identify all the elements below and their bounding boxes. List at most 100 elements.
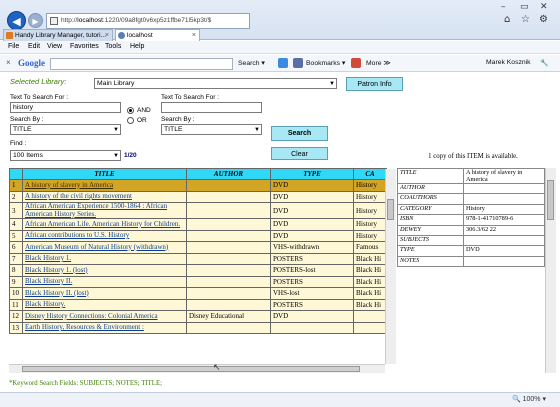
table-row[interactable]: 4 African American Life. American History… — [9, 218, 387, 231]
menu-tools[interactable]: Tools — [105, 43, 121, 50]
forward-button[interactable]: ▶ — [28, 13, 43, 28]
table-row[interactable]: 11 Black History. POSTERS Black Hi — [9, 298, 387, 311]
detail-row: SUBJECTS — [397, 234, 545, 247]
row-number: 9 — [9, 275, 23, 288]
gmail-icon[interactable] — [293, 58, 303, 68]
title-link[interactable]: American Museum of Natural History (with… — [22, 241, 187, 254]
results-horizontal-scroll-thumb[interactable] — [22, 366, 360, 372]
more-button[interactable]: More ≫ — [366, 59, 391, 67]
chevron-down-icon: ▼ — [254, 127, 260, 133]
table-row[interactable]: 13 Earth History, Resources & Environment… — [9, 321, 387, 334]
maximize-icon[interactable]: ▭ — [520, 2, 529, 12]
category-cell: History — [353, 218, 387, 231]
title-link[interactable]: African American Life. American History … — [22, 218, 187, 231]
title-link[interactable]: African contributions to U.S. History — [22, 229, 187, 242]
column-header[interactable]: AUTHOR — [186, 168, 271, 180]
detail-field-label: DEWEY — [397, 224, 464, 236]
zoom-level[interactable]: 🔍 100% ▾ — [512, 395, 546, 403]
page-indicator[interactable]: 1/20 — [124, 152, 137, 159]
detail-field-label: COAUTHORS — [397, 193, 464, 205]
search-by-select-2[interactable]: TITLE ▼ — [161, 124, 262, 135]
or-radio[interactable] — [127, 117, 134, 124]
table-row[interactable]: 10 Black History II. (lost) VHS-lost Black … — [9, 287, 387, 300]
results-vertical-scroll-thumb[interactable] — [387, 199, 394, 220]
text-search-input-2[interactable] — [161, 102, 262, 113]
close-window-icon[interactable]: ✕ — [540, 2, 548, 12]
author-cell — [186, 264, 271, 277]
type-cell: POSTERS-lost — [270, 264, 354, 277]
menu-view[interactable]: View — [47, 43, 62, 50]
menu-edit[interactable]: Edit — [28, 43, 40, 50]
author-cell — [186, 252, 271, 265]
selected-library-label: Selected Library: — [10, 77, 67, 86]
address-bar[interactable]: http://localhost:1220/09a8fgt0v6xp5z1ffb… — [46, 13, 250, 29]
bookmarks-button[interactable]: Bookmarks ▾ — [306, 59, 345, 67]
close-tab-icon[interactable]: × — [192, 30, 196, 41]
tab-handy-library[interactable]: Handy Library Manager, tutori... × — [3, 29, 113, 41]
author-cell — [186, 241, 271, 254]
row-number: 5 — [9, 229, 23, 242]
type-cell: VHS-lost — [270, 287, 354, 300]
results-grid: TITLE AUTHOR TYPE CA 1A history of slavery … — [9, 168, 396, 374]
title-link[interactable]: Black History 1. (lost) — [22, 264, 187, 277]
tab-localhost[interactable]: localhost × — [115, 29, 200, 41]
table-row[interactable]: 9 Black History II. POSTERS Black Hi — [9, 275, 387, 288]
title-link[interactable]: Black History. — [22, 298, 187, 311]
author-cell — [186, 218, 271, 231]
and-radio[interactable] — [127, 107, 134, 114]
table-row[interactable]: 2A history of the civil rights movement D… — [9, 190, 387, 203]
type-cell: POSTERS — [270, 252, 354, 265]
home-icon[interactable]: ⌂ — [504, 14, 510, 25]
back-button[interactable]: ◀ — [7, 11, 26, 30]
search-by-select-1[interactable]: TITLE ▼ — [10, 124, 121, 135]
google-search-button[interactable]: Search ▾ — [238, 59, 265, 67]
table-row[interactable]: 12 Disney History Connections: Colonial A… — [9, 310, 387, 323]
title-link[interactable]: Black History II. — [22, 275, 187, 288]
row-number: 4 — [9, 218, 23, 231]
category-cell: Famous — [353, 241, 387, 254]
menu-file[interactable]: File — [8, 43, 19, 50]
translate-icon[interactable] — [351, 58, 361, 68]
patron-info-button[interactable]: Patron Info — [346, 77, 403, 91]
column-header[interactable]: TYPE — [270, 168, 354, 180]
settings-gear-icon[interactable]: ⚙ — [539, 14, 548, 25]
menu-help[interactable]: Help — [130, 43, 144, 50]
search-button[interactable]: Search — [271, 126, 328, 141]
chevron-down-icon: ▼ — [113, 127, 119, 133]
title-link[interactable]: Disney History Connections: Colonial Ame… — [22, 310, 187, 323]
table-row[interactable]: 3 African American Experience 1500-1864 :… — [9, 202, 387, 219]
title-link[interactable]: Black History II. (lost) — [22, 287, 187, 300]
close-tab-icon[interactable]: × — [105, 30, 109, 41]
close-toolbar-icon[interactable]: × — [6, 58, 11, 67]
table-row[interactable]: 5 African contributions to U.S. History DV… — [9, 229, 387, 242]
google-search-input[interactable] — [50, 58, 233, 70]
text-search-input-1[interactable]: history — [10, 102, 121, 113]
title-link[interactable]: Earth History, Resources & Environment : — [22, 321, 187, 334]
minimize-icon[interactable]: – — [501, 2, 506, 12]
title-link[interactable]: African American Experience 1500-1864 : … — [22, 202, 187, 219]
column-header[interactable] — [9, 168, 23, 180]
author-cell — [186, 298, 271, 311]
user-account[interactable]: Marek Kosznik — [486, 59, 531, 66]
table-row[interactable]: 8 Black History 1. (lost) POSTERS-lost Blac… — [9, 264, 387, 277]
share-icon[interactable] — [278, 58, 288, 68]
table-row[interactable]: 6 American Museum of Natural History (wit… — [9, 241, 387, 254]
menu-favorites[interactable]: Favorites — [70, 43, 99, 50]
table-row[interactable]: 1A history of slavery in America DVD Histo… — [9, 179, 387, 192]
column-header[interactable]: CA — [353, 168, 387, 180]
detail-vertical-scroll-thumb[interactable] — [547, 180, 554, 220]
url-rest: :1220/09a8fgt0v6xp5z1ffbe71l5kp3t/$ — [102, 17, 212, 24]
detail-field-label: SUBJECTS — [397, 234, 464, 247]
type-cell: VHS-withdrawn — [270, 241, 354, 254]
title-link[interactable]: A history of the civil rights movement — [22, 190, 187, 203]
library-select[interactable]: Main Library ▼ — [94, 78, 337, 89]
clear-button[interactable]: Clear — [271, 147, 328, 160]
title-link[interactable]: Black History 1. — [22, 252, 187, 265]
find-select[interactable]: 100 Items ▼ — [10, 150, 121, 161]
table-row[interactable]: 7 Black History 1. POSTERS Black Hi — [9, 252, 387, 265]
column-header[interactable]: TITLE — [22, 168, 187, 180]
results-header-row: TITLE AUTHOR TYPE CA — [9, 168, 387, 180]
wrench-icon[interactable]: 🔧 — [540, 59, 548, 67]
favorites-star-icon[interactable]: ☆ — [521, 14, 530, 25]
title-link[interactable]: A history of slavery in America — [22, 179, 187, 192]
